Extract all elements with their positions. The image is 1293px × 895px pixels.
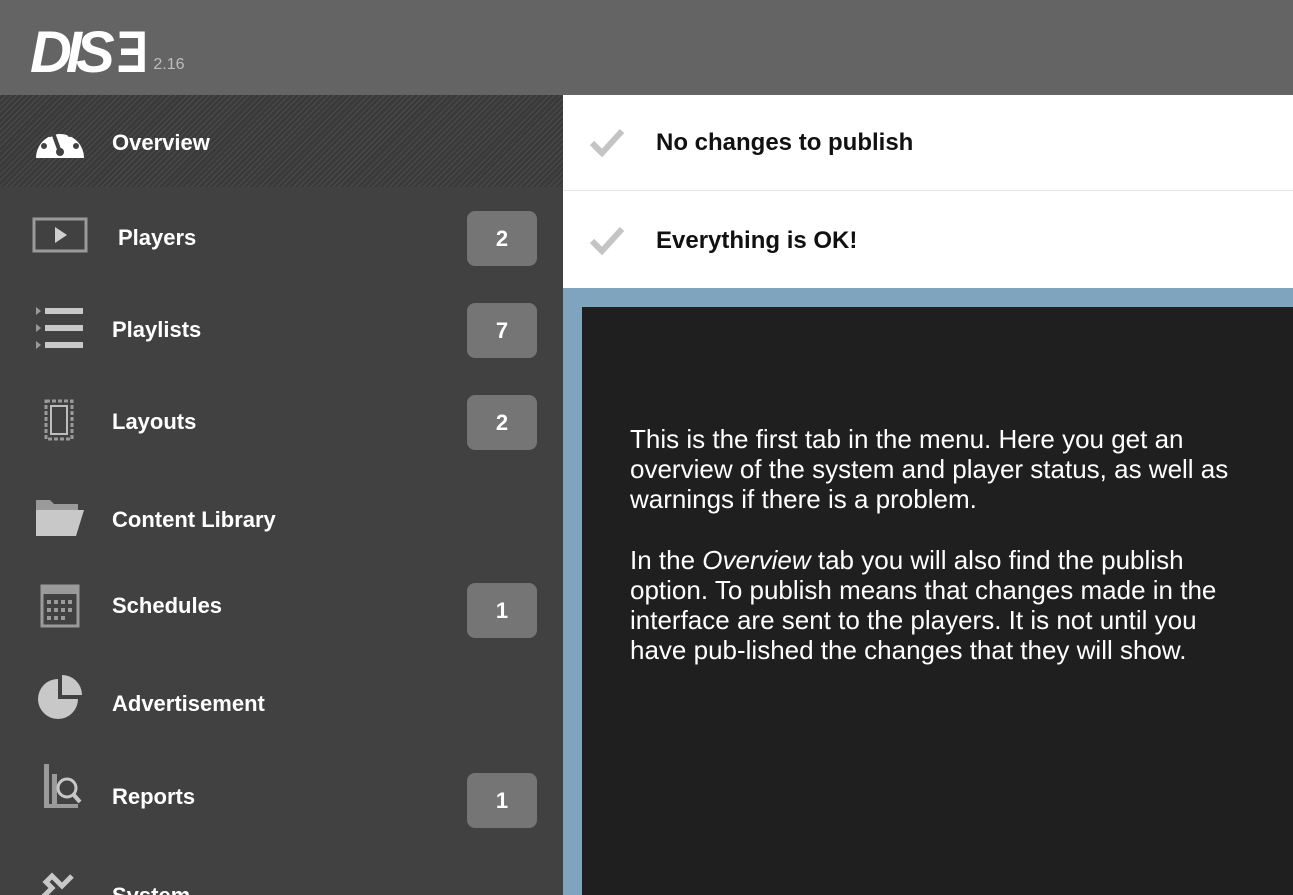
gauge-icon bbox=[28, 113, 92, 169]
sidebar-item-overview[interactable]: Overview bbox=[0, 95, 563, 187]
checkmark-icon bbox=[589, 226, 625, 256]
count-badge: 7 bbox=[467, 303, 537, 358]
count-badge: 1 bbox=[467, 583, 537, 638]
sidebar-item-label: Layouts bbox=[112, 409, 197, 434]
folder-icon bbox=[28, 487, 92, 543]
sidebar-item-label: Players bbox=[118, 225, 197, 250]
tooltip-emphasis: Overview bbox=[702, 545, 811, 575]
checkmark-icon bbox=[589, 128, 625, 158]
sidebar-item-label: Playlists bbox=[112, 317, 202, 342]
sidebar-item-label: Schedules bbox=[112, 593, 223, 618]
tooltip-paragraph: This is the first tab in the menu. Here … bbox=[630, 424, 1229, 514]
tooltip-body: This is the first tab in the menu. Here … bbox=[630, 424, 1250, 696]
sidebar-item-label: System bbox=[112, 882, 190, 895]
sidebar-item-players[interactable]: Players 2 bbox=[0, 187, 563, 279]
report-magnifier-icon bbox=[28, 760, 92, 816]
sidebar-item-reports[interactable]: Reports 1 bbox=[0, 739, 563, 831]
top-bar: DIS Ǝ 2.16 bbox=[0, 0, 1293, 95]
wrench-icon bbox=[28, 865, 92, 895]
count-badge: 2 bbox=[467, 211, 537, 266]
publish-status-row[interactable]: No changes to publish bbox=[563, 95, 1293, 191]
calendar-icon bbox=[28, 577, 92, 633]
count-badge: 2 bbox=[467, 395, 537, 450]
logo-text: DIS bbox=[30, 20, 115, 85]
sidebar-item-content-library[interactable]: Content Library bbox=[0, 463, 563, 555]
sidebar-item-layouts[interactable]: Layouts 2 bbox=[0, 371, 563, 463]
tooltip-text-segment: In the bbox=[630, 545, 703, 575]
layout-icon bbox=[28, 392, 92, 448]
health-status-text: Everything is OK! bbox=[656, 227, 858, 254]
health-status-row[interactable]: Everything is OK! bbox=[563, 193, 1293, 288]
logo-glyph: Ǝ bbox=[116, 20, 148, 85]
version-label: 2.16 bbox=[153, 56, 185, 73]
publish-status-text: No changes to publish bbox=[656, 129, 914, 156]
sidebar-item-label: Advertisement bbox=[112, 691, 265, 716]
sidebar-item-label: Overview bbox=[112, 130, 210, 155]
count-badge: 1 bbox=[467, 773, 537, 828]
tooltip-paragraph: In the Overview tab you will also find t… bbox=[630, 545, 1250, 665]
sidebar-item-system[interactable]: System bbox=[0, 831, 563, 895]
sidebar: Overview Players 2 Playlists 7 Layouts 2… bbox=[0, 95, 563, 895]
list-icon bbox=[28, 300, 92, 356]
dise-logo[interactable]: DIS Ǝ 2.16 bbox=[30, 12, 185, 82]
play-screen-icon bbox=[28, 207, 92, 263]
sidebar-item-advertisement[interactable]: Advertisement bbox=[0, 647, 563, 739]
sidebar-item-playlists[interactable]: Playlists 7 bbox=[0, 279, 563, 371]
sidebar-item-label: Content Library bbox=[112, 507, 276, 532]
pie-chart-icon bbox=[28, 670, 92, 726]
sidebar-item-schedules[interactable]: Schedules 1 bbox=[0, 555, 563, 647]
sidebar-item-label: Reports bbox=[112, 784, 196, 809]
help-tooltip: This is the first tab in the menu. Here … bbox=[582, 307, 1293, 895]
